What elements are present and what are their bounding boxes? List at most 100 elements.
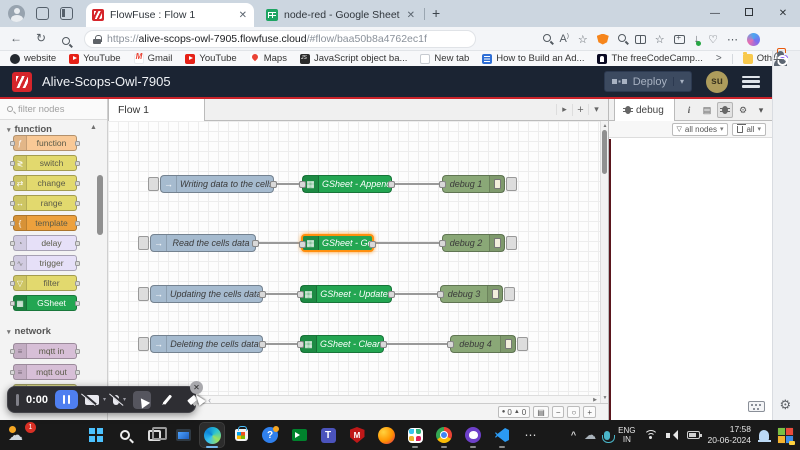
palette-search[interactable]: filter nodes [0, 99, 107, 120]
back-icon[interactable]: ← [10, 31, 22, 45]
tab-close-icon[interactable]: ✕ [407, 10, 415, 21]
debug-toggle-button[interactable] [504, 287, 515, 301]
settings-menu-icon[interactable]: ⋯ [727, 33, 738, 46]
pen-tool-button[interactable] [158, 391, 176, 409]
inject-button[interactable] [138, 287, 149, 301]
debug-tab-icon[interactable] [717, 102, 733, 118]
navigator-toggle[interactable]: ▤ [533, 406, 549, 418]
debug-node[interactable]: debug 4 [450, 335, 528, 353]
palette-node-switch[interactable]: ≷switch [13, 155, 77, 171]
add-flow-button[interactable]: + [572, 104, 588, 116]
inject-node[interactable]: → Deleting the cells data [138, 335, 263, 353]
debug-toggle-button[interactable] [506, 236, 517, 250]
output-port[interactable] [380, 341, 387, 348]
bookmark-gmail[interactable]: Gmail [134, 53, 173, 64]
palette-node-change[interactable]: ⇄change [13, 175, 77, 191]
restore-button[interactable] [732, 8, 766, 19]
filter-nodes-button[interactable]: ▽ all nodes ▾ [672, 123, 729, 136]
input-port[interactable] [437, 291, 444, 298]
bookmark-youtube-2[interactable]: YouTube [185, 53, 236, 64]
deploy-button[interactable]: Deploy ▾ [604, 71, 692, 92]
clock-widget[interactable]: 17:5820-06-2024 [708, 424, 751, 445]
output-port[interactable] [388, 291, 395, 298]
recorder-toolbar[interactable]: 0:00 ▾ ▾ ‹ ✕ [7, 386, 196, 413]
meet-app-icon[interactable] [287, 423, 311, 447]
vertical-scrollbar[interactable]: ▲ ▼ [600, 121, 608, 403]
weather-widget[interactable]: ☁ 1 [8, 424, 34, 446]
hidden-icons-chevron[interactable]: ^ [571, 430, 576, 440]
inject-button[interactable] [138, 337, 149, 351]
add-sidebar-item-icon[interactable]: + [773, 51, 781, 67]
debug-messages-area[interactable] [609, 139, 772, 420]
mcafee-app-icon[interactable]: M [345, 423, 369, 447]
debug-node[interactable]: debug 1 [442, 175, 517, 193]
vscode-app-icon[interactable] [490, 423, 514, 447]
input-port[interactable] [439, 181, 446, 188]
input-port[interactable] [299, 241, 306, 248]
output-port[interactable] [369, 241, 376, 248]
input-port[interactable] [297, 291, 304, 298]
edge-app-icon[interactable] [200, 423, 224, 447]
collections-icon[interactable] [674, 35, 685, 44]
clear-messages-button[interactable]: all ▾ [732, 123, 766, 136]
extension-icon[interactable] [618, 33, 626, 45]
camera-off-icon[interactable] [85, 395, 99, 405]
palette-category-network[interactable]: ▾ network [0, 325, 107, 338]
palette-node-trigger[interactable]: ∿trigger [13, 255, 77, 271]
bookmarks-overflow-icon[interactable]: > [716, 53, 722, 64]
vertical-tabs-icon[interactable] [60, 7, 73, 20]
info-tab-icon[interactable]: i [681, 102, 697, 118]
zoom-out-button[interactable]: − [552, 406, 565, 418]
output-port[interactable] [252, 240, 259, 247]
sidebar-settings-icon[interactable]: ⚙ [780, 397, 795, 412]
flow-list-icon[interactable]: ▾ [588, 104, 604, 115]
favorites-bar-icon[interactable]: ☆ [655, 33, 665, 46]
inject-button[interactable] [148, 177, 159, 191]
zoom-in-button[interactable]: + [583, 406, 596, 418]
gsheet-node[interactable]: ▦ GSheet - Update [300, 285, 392, 303]
zoom-icon[interactable] [543, 33, 551, 45]
palette-node-function[interactable]: ƒfunction [13, 135, 77, 151]
input-port[interactable] [299, 181, 306, 188]
flow-tab[interactable]: Flow 1 [108, 99, 205, 121]
battery-icon[interactable] [687, 431, 700, 439]
palette-node-delay[interactable]: ◔delay [13, 235, 77, 251]
gsheet-node[interactable]: ▦ GSheet - Clear [300, 335, 384, 353]
gsheet-node-selected[interactable]: ▦ GSheet - Get [301, 234, 374, 252]
store-app-icon[interactable] [229, 423, 253, 447]
workspaces-icon[interactable] [36, 7, 49, 20]
palette-node-template[interactable]: {template [13, 215, 77, 231]
inject-button[interactable] [138, 236, 149, 250]
bookmark-js-object[interactable]: JavaScript object ba... [300, 53, 407, 64]
recorder-app-icon[interactable] [777, 427, 794, 444]
main-menu-icon[interactable] [742, 76, 760, 88]
bookmark-youtube[interactable]: YouTube [69, 53, 120, 64]
profile-avatar-icon[interactable] [8, 5, 25, 22]
sidebar-menu-icon[interactable]: ▾ [753, 102, 769, 118]
favorite-star-icon[interactable]: ☆ [578, 33, 588, 46]
start-button[interactable] [84, 423, 108, 447]
search-icon[interactable] [62, 34, 70, 48]
scrollbar-thumb[interactable] [602, 130, 607, 174]
inject-node[interactable]: → Updating the cells data [138, 285, 263, 303]
output-port[interactable] [259, 291, 266, 298]
collapse-toolbar-icon[interactable]: ‹ [208, 395, 211, 405]
copilot-icon[interactable] [747, 33, 760, 46]
user-avatar[interactable]: su [706, 71, 728, 93]
new-tab-button[interactable]: + [432, 5, 440, 21]
teams-app-icon[interactable]: T [316, 423, 340, 447]
palette-node-mqtt-in[interactable]: ≡mqtt in [13, 343, 77, 359]
task-view-icon[interactable] [142, 423, 166, 447]
zoom-reset-button[interactable]: ○ [567, 406, 580, 418]
bookmark-how-to-build[interactable]: How to Build an Ad... [482, 53, 584, 64]
taskbar-search-icon[interactable] [113, 423, 137, 447]
tab-close-icon[interactable]: ✕ [239, 10, 247, 21]
palette-node-filter[interactable]: ▽filter [13, 275, 77, 291]
inject-node[interactable]: → Read the cells data [138, 234, 256, 252]
chrome-app-icon[interactable] [432, 423, 456, 447]
gsheet-node[interactable]: ▦ GSheet - Append [302, 175, 392, 193]
notifications-bell-icon[interactable] [759, 430, 769, 440]
debug-toggle-button[interactable] [517, 337, 528, 351]
bookmark-new-tab[interactable]: New tab [420, 53, 469, 64]
flow-canvas[interactable]: → Writing data to the cells ▦ GSheet - A… [108, 121, 600, 395]
